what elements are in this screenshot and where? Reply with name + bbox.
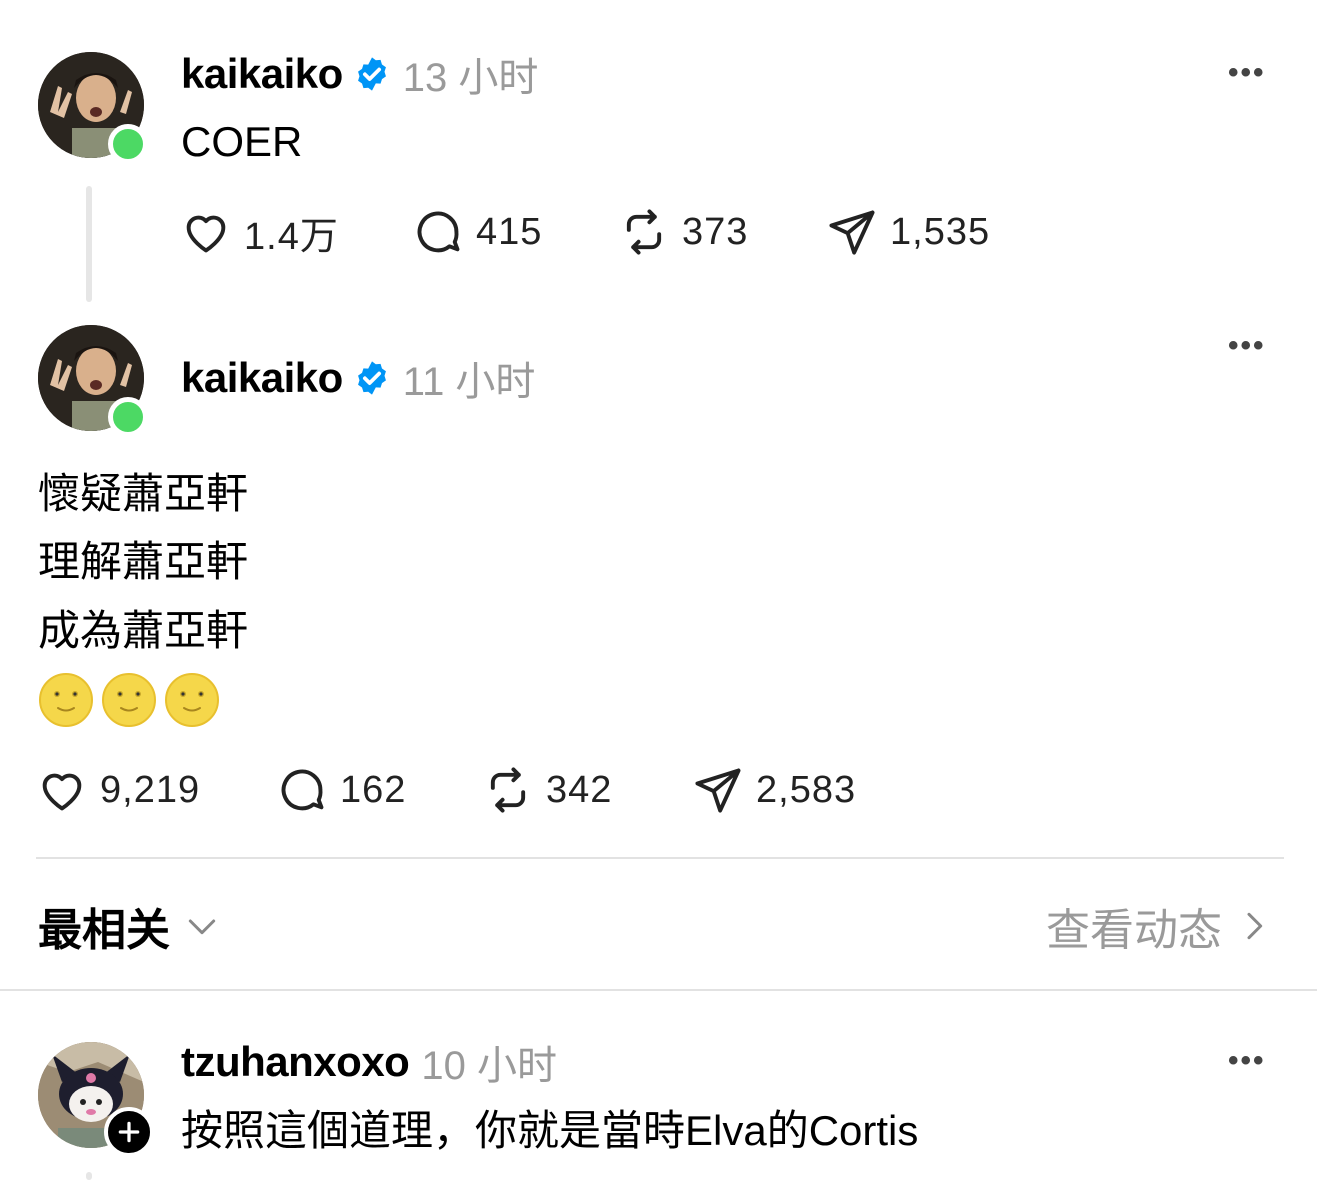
comment-icon: [281, 769, 324, 811]
share-button[interactable]: 2,583: [692, 762, 856, 818]
like-count: 9,219: [100, 768, 201, 811]
repost-count: 373: [682, 210, 749, 253]
more-icon[interactable]: •••: [1228, 1044, 1266, 1078]
emoji-row: [38, 672, 220, 728]
share-button[interactable]: 1,535: [826, 204, 990, 260]
comment-icon: [417, 211, 460, 253]
comment-button[interactable]: 415: [412, 204, 542, 260]
share-count: 1,535: [890, 210, 991, 253]
post-text-line: 理解蕭亞軒: [38, 538, 249, 585]
repost-icon: [626, 209, 662, 255]
comment-count: 162: [340, 768, 407, 811]
more-icon[interactable]: •••: [1228, 329, 1266, 363]
post-timestamp: 11 小时: [402, 360, 536, 404]
username[interactable]: tzuhanxoxo: [181, 1038, 410, 1086]
follow-plus-button[interactable]: [104, 1107, 154, 1157]
reply-timestamp: 10 小时: [421, 1044, 557, 1088]
post-text-line: 懷疑蕭亞軒: [38, 470, 249, 517]
verified-badge-icon: [357, 57, 386, 91]
moon-face-emoji-icon: [165, 673, 219, 727]
heart-icon: [42, 773, 82, 811]
online-status-indicator: [108, 124, 148, 164]
section-divider: [0, 989, 1317, 991]
post-header: kaikaiko 13 小时: [181, 48, 538, 100]
share-count: 2,583: [756, 768, 857, 811]
moon-face-emoji-icon: [39, 673, 93, 727]
online-status-indicator: [108, 397, 148, 437]
repost-button[interactable]: 373: [618, 204, 748, 260]
repost-button[interactable]: 342: [482, 762, 612, 818]
verified-badge-icon: [357, 361, 386, 395]
moon-face-emoji-icon: [102, 673, 156, 727]
repost-count: 342: [546, 768, 613, 811]
share-icon: [829, 210, 875, 255]
comment-count: 415: [476, 210, 543, 253]
like-button[interactable]: 9,219: [36, 762, 200, 818]
more-icon[interactable]: •••: [1228, 56, 1266, 90]
username[interactable]: kaikaiko: [181, 354, 343, 402]
sort-label: 最相关: [38, 906, 170, 955]
reply-header: tzuhanxoxo 10 小时: [181, 1036, 557, 1088]
view-activity-link[interactable]: 查看动态: [1046, 900, 1274, 955]
comment-button[interactable]: 162: [276, 762, 406, 818]
thread-line: [86, 1172, 92, 1180]
reply-text: 按照這個道理，你就是當時Elva的Cortis: [181, 1107, 919, 1154]
post-text-line: 成為蕭亞軒: [38, 607, 249, 654]
chevron-right-icon: [1247, 912, 1263, 940]
view-activity-label: 查看动态: [1046, 906, 1222, 955]
chevron-down-icon: [188, 919, 216, 935]
post-header: kaikaiko 11 小时: [181, 352, 535, 404]
post-timestamp: 13 小时: [402, 56, 539, 100]
divider: [36, 857, 1284, 859]
share-icon: [695, 768, 741, 813]
like-count: 1.4万: [244, 215, 339, 258]
sort-dropdown[interactable]: 最相关: [38, 900, 222, 955]
username[interactable]: kaikaiko: [181, 50, 343, 98]
thread-line: [86, 186, 92, 302]
heart-icon: [186, 215, 226, 253]
plus-icon: [118, 1121, 140, 1143]
repost-icon: [490, 767, 526, 813]
post-text: COER: [181, 118, 303, 165]
like-button[interactable]: 1.4万: [180, 204, 339, 260]
